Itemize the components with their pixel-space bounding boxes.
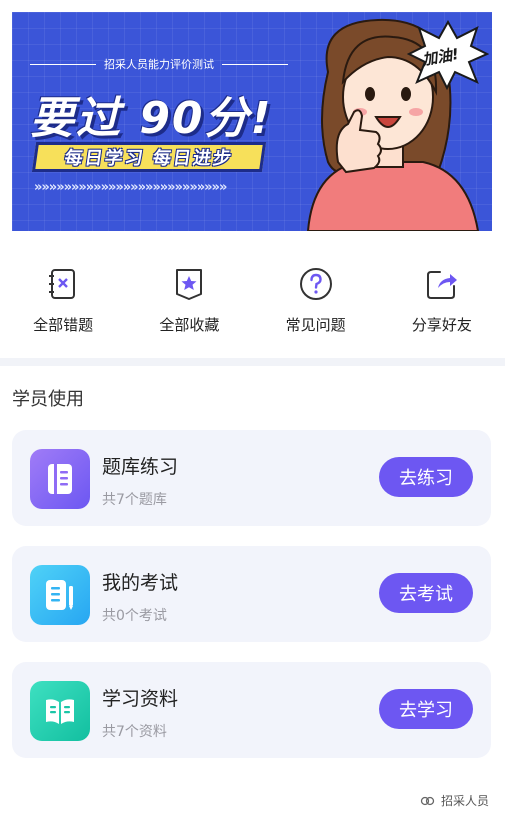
footer-text: 招采人员 [440,794,489,808]
wechat-channel-icon [420,796,435,805]
banner-headline: 要过 90分! [30,93,273,144]
card-title: 学习资料 [102,688,179,710]
action-share[interactable]: 分享好友 [379,232,505,358]
action-label: 分享好友 [411,316,472,334]
divider-line [30,63,96,65]
open-book-icon [30,681,90,741]
quick-actions: 全部错题 全部收藏 常见问题 分享好友 [0,232,505,358]
action-label: 常见问题 [285,316,346,334]
go-exam-button[interactable]: 去考试 [379,573,473,613]
section-title: 学员使用 [12,389,84,410]
banner-subtitle: 招采人员能力评价测试 [104,58,214,71]
card-subtitle: 共7个资料 [102,724,167,740]
banner-tagline: 每日学习 每日进步 [31,142,267,172]
action-favorites[interactable]: 全部收藏 [126,232,252,358]
favorites-star-icon [176,269,203,300]
action-wrong-questions[interactable]: 全部错题 [0,232,126,358]
section-divider [0,358,505,366]
promo-banner[interactable]: 招采人员能力评价测试 要过 90分! 每日学习 每日进步 »»»»»»»»»»»… [12,12,492,231]
card-study-materials[interactable]: 学习资料 共7个资料 去学习 [12,662,491,758]
divider-line [222,63,288,65]
wrong-answers-notebook-icon [49,269,76,299]
card-my-exams[interactable]: 我的考试 共0个考试 去考试 [12,546,491,642]
footer-watermark: 招采人员 [419,792,489,809]
card-title: 我的考试 [102,572,179,594]
exam-paper-icon [30,565,90,625]
card-subtitle: 共7个题库 [102,492,167,508]
go-study-button[interactable]: 去学习 [379,689,473,729]
action-label: 全部收藏 [159,316,220,334]
card-question-bank[interactable]: 题库练习 共7个题库 去练习 [12,430,491,526]
action-label: 全部错题 [33,316,94,334]
go-practice-button[interactable]: 去练习 [379,457,473,497]
action-faq[interactable]: 常见问题 [253,232,379,358]
card-title: 题库练习 [102,456,179,478]
banner-arrows: »»»»»»»»»»»»»»»»»»»»»»»»»» [34,180,227,195]
banner-subtitle-row: 招采人员能力评价测试 [30,56,288,72]
card-subtitle: 共0个考试 [102,608,167,624]
share-icon [426,271,457,299]
book-icon [30,449,90,509]
question-circle-icon [299,268,332,300]
